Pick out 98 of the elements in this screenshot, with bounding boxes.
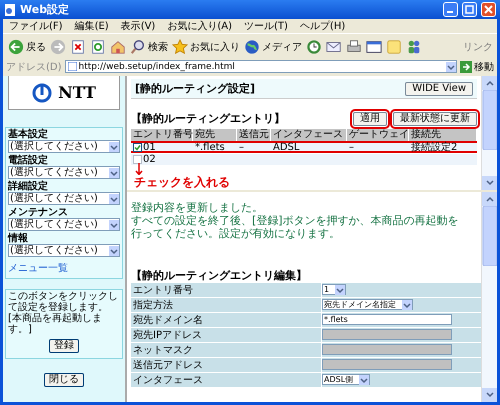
input-field[interactable] <box>322 359 452 370</box>
star-icon <box>172 38 188 54</box>
table-cell: – <box>237 141 271 153</box>
select-field[interactable]: 宛先ドメイン名指定 <box>322 299 413 310</box>
menu-item[interactable]: ヘルプ(H) <box>300 19 346 33</box>
field-label: 宛先IPアドレス <box>131 328 321 342</box>
close-icon <box>484 5 493 14</box>
dropdown-arrow-icon <box>109 142 119 152</box>
toolbar-button[interactable]: 戻る <box>7 36 47 58</box>
minimize-button[interactable] <box>443 2 458 17</box>
menu-label: メンテナンス <box>8 207 69 218</box>
dropdown-arrow-icon <box>109 246 119 256</box>
people-icon <box>406 38 422 54</box>
maximize-button[interactable] <box>462 2 477 17</box>
menu-item[interactable]: お気に入り(A) <box>167 19 232 33</box>
row-checkbox[interactable] <box>133 155 142 164</box>
go-button[interactable]: 移動 <box>460 60 494 74</box>
column-header: エントリ番号 <box>131 129 193 141</box>
field-label: 宛先ドメイン名 <box>131 312 321 327</box>
menu-item[interactable]: ツール(T) <box>244 19 288 33</box>
logo-icon <box>32 82 52 102</box>
clock-icon <box>306 38 322 54</box>
menu-item[interactable]: ファイル(F) <box>9 19 63 33</box>
register-note: このボタンをクリックして設定を登録します。[本商品を再起動します。] <box>8 291 119 335</box>
globe-icon <box>244 38 260 54</box>
page-icon <box>68 62 77 71</box>
search-icon <box>130 38 146 54</box>
toolbar-button[interactable]: 検索 <box>129 36 169 58</box>
table-cell: 01 <box>131 141 193 153</box>
dropdown-arrow-icon <box>109 194 119 204</box>
menu-select[interactable]: (選択してください) <box>8 192 120 205</box>
address-label: アドレス(D) <box>6 60 62 74</box>
menu-select[interactable]: (選択してください) <box>8 140 120 153</box>
field-label: エントリ番号 <box>131 282 321 297</box>
select-field[interactable]: 1 <box>322 284 346 296</box>
scroll-down-icon[interactable] <box>482 388 497 402</box>
menu-label: 電話設定 <box>8 155 49 166</box>
dropdown-arrow-icon <box>109 168 119 178</box>
refresh-icon <box>90 38 106 54</box>
dropdown-arrow-icon <box>109 220 119 230</box>
table-cell: 接続設定2 <box>409 141 477 153</box>
section-heading: 【静的ルーティングエントリ編集】 <box>131 268 308 283</box>
column-header: インタフェース <box>271 129 347 141</box>
scroll-up-icon[interactable] <box>482 76 497 90</box>
field-label: 送信元アドレス <box>131 358 321 372</box>
menu-list-link[interactable]: メニュー一覧 <box>8 259 120 277</box>
table-cell: *.flets <box>193 141 237 153</box>
links-label[interactable]: リンク <box>463 40 493 54</box>
field-label: ネットマスク <box>131 342 321 357</box>
menu-select[interactable]: (選択してください) <box>8 166 120 179</box>
status-message: 登録内容を更新しました。 すべての設定を終了後、[登録]ボタンを押すか、本商品の再起動を 行ってください。設定が有効になります。 <box>131 200 460 240</box>
page-icon <box>4 4 16 16</box>
wide-view-button[interactable]: WIDE View <box>405 82 473 96</box>
menu-select[interactable]: (選択してください) <box>8 244 120 257</box>
maximize-icon <box>465 5 474 14</box>
annotation-text: チェックを入れる <box>134 175 230 189</box>
menu-item[interactable]: 編集(E) <box>74 19 109 33</box>
table-cell: 02 <box>131 153 193 165</box>
scroll-thumb[interactable] <box>482 206 497 266</box>
menu-label: 詳細設定 <box>8 181 49 192</box>
home-icon <box>110 38 126 54</box>
menu-label: 基本設定 <box>8 129 49 140</box>
table-cell: – <box>347 141 409 153</box>
column-header: 接続先 <box>409 129 477 141</box>
address-field[interactable]: http://web.setup/index_frame.html <box>64 60 457 73</box>
menu-select[interactable]: (選択してください) <box>8 218 120 231</box>
dropdown-arrow-icon <box>446 62 456 72</box>
page-heading: [静的ルーティング設定] <box>135 81 256 96</box>
section-heading: 【静的ルーティングエントリ】 <box>131 111 286 126</box>
window-icon <box>366 38 382 54</box>
close-page-button[interactable]: 閉じる <box>44 373 84 387</box>
toolbar-button[interactable]: メディア <box>243 36 303 58</box>
input-field[interactable] <box>322 344 452 356</box>
down-arrow-icon <box>135 163 143 175</box>
field-label: インタフェース <box>131 372 321 387</box>
menu-item[interactable]: 表示(V) <box>120 19 156 33</box>
row-checkbox[interactable] <box>133 142 142 152</box>
column-header: ゲートウェイ <box>347 129 409 141</box>
input-field[interactable]: *.flets <box>322 314 452 326</box>
printer-icon <box>346 38 362 54</box>
scroll-down-icon[interactable] <box>482 176 497 190</box>
scroll-up-icon[interactable] <box>482 192 497 206</box>
table-cell: ADSL <box>271 141 347 153</box>
stop-icon <box>70 38 86 54</box>
note-icon <box>386 38 402 54</box>
field-label: 指定方法 <box>131 298 321 312</box>
scroll-thumb[interactable] <box>482 90 497 150</box>
table-cell <box>409 153 477 165</box>
register-button[interactable]: 登録 <box>49 339 79 353</box>
logo: NTT <box>8 76 120 110</box>
menu-label: 情報 <box>8 233 29 244</box>
input-field[interactable] <box>322 329 452 340</box>
close-button[interactable] <box>481 2 496 17</box>
select-field[interactable]: ADSL側 <box>322 374 370 386</box>
column-header: 送信元 <box>237 129 271 141</box>
toolbar-button[interactable]: お気に入り <box>171 36 241 58</box>
column-header: 宛先 <box>193 129 237 141</box>
window-title: Web設定 <box>20 2 70 17</box>
